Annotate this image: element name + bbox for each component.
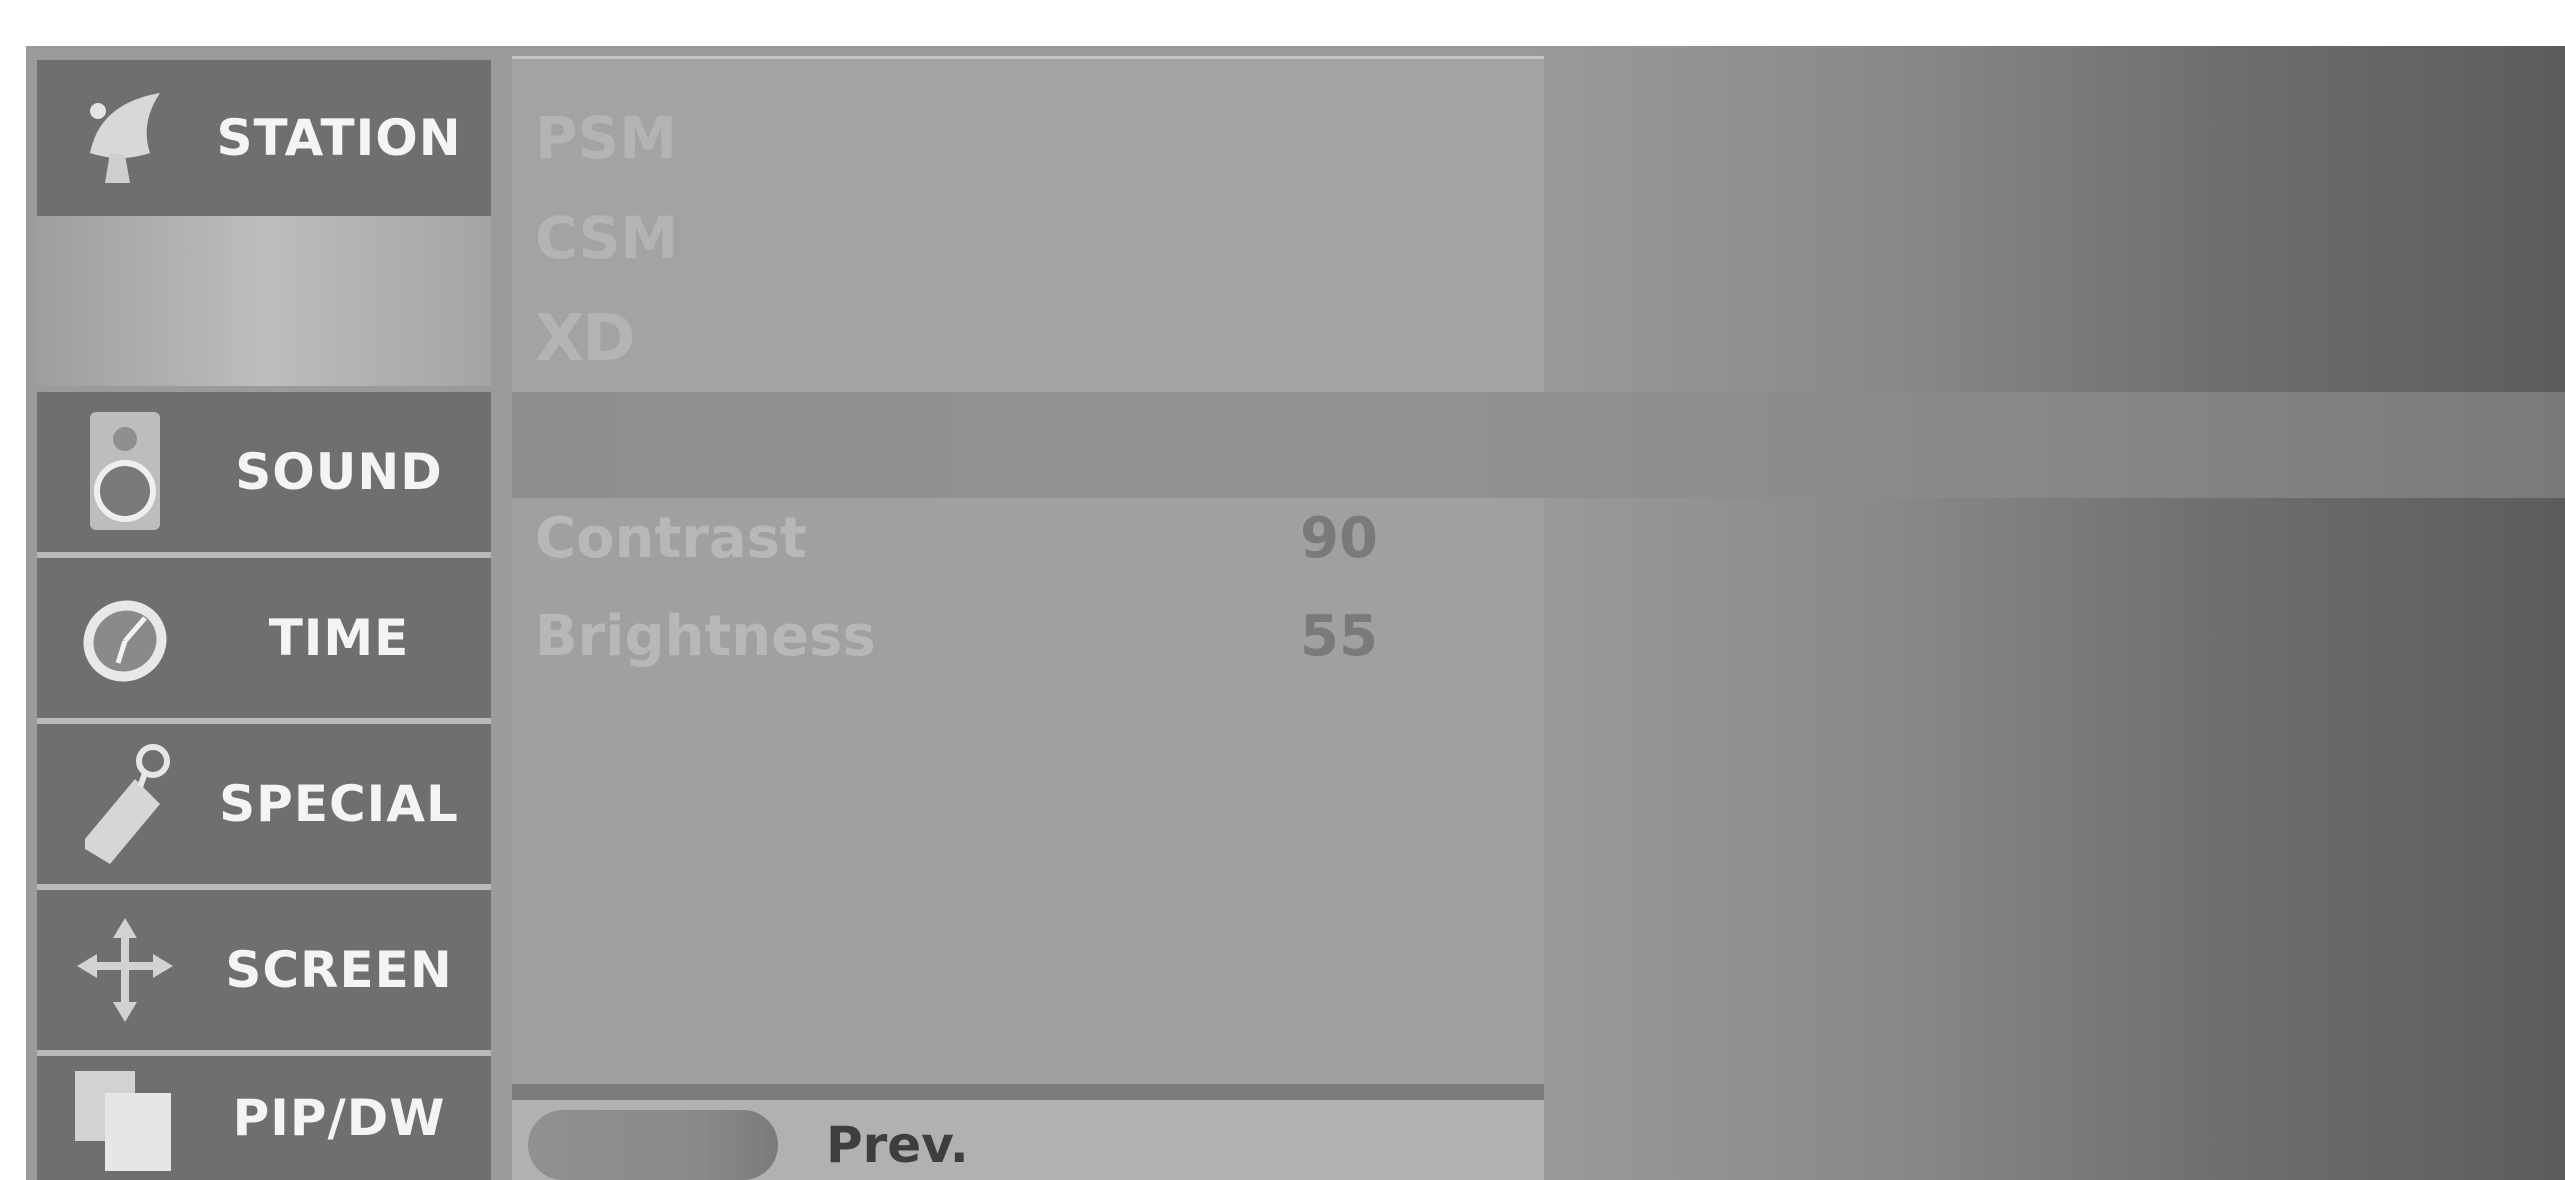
top-border [0, 0, 2565, 46]
selection-strip [512, 392, 2565, 498]
prev-button[interactable] [528, 1110, 778, 1180]
menu-item-xd[interactable]: XD [535, 302, 635, 376]
sidebar-item-label: SPECIAL [219, 775, 459, 833]
sidebar-item-label: SOUND [235, 443, 443, 501]
sidebar-item-special[interactable]: SPECIAL [37, 724, 491, 884]
menu-item-csm[interactable]: CSM [535, 204, 678, 272]
setting-value: 55 [1300, 604, 1378, 669]
menu-item-psm[interactable]: PSM [535, 104, 677, 172]
sidebar-item-sound[interactable]: SOUND [37, 392, 491, 552]
setting-row-contrast[interactable]: Contrast 90 [535, 506, 1395, 586]
sidebar-item-label: STATION [216, 109, 462, 167]
sidebar-item-time[interactable]: TIME [37, 558, 491, 718]
setting-value: 90 [1300, 506, 1378, 571]
sidebar-item-label: SCREEN [225, 941, 453, 999]
prev-label: Prev. [826, 1116, 969, 1174]
satellite-dish-icon [65, 78, 185, 198]
sidebar-item-pip-dw[interactable]: PIP/DW [37, 1056, 491, 1180]
move-arrows-icon [65, 910, 185, 1030]
setting-name: Brightness [535, 604, 876, 669]
setting-row-brightness[interactable]: Brightness 55 [535, 604, 1395, 684]
clock-icon [65, 578, 185, 698]
sidebar-item-screen[interactable]: SCREEN [37, 890, 491, 1050]
sidebar-spacer [37, 216, 491, 386]
sidebar-item-label: TIME [268, 609, 410, 667]
setting-name: Contrast [535, 506, 807, 571]
pip-icon [65, 1058, 185, 1178]
panel-separator [512, 1084, 1544, 1100]
sidebar-item-label: PIP/DW [232, 1089, 446, 1147]
speaker-icon [65, 412, 185, 532]
sidebar-item-station[interactable]: STATION [37, 60, 491, 216]
tag-icon [65, 744, 185, 864]
